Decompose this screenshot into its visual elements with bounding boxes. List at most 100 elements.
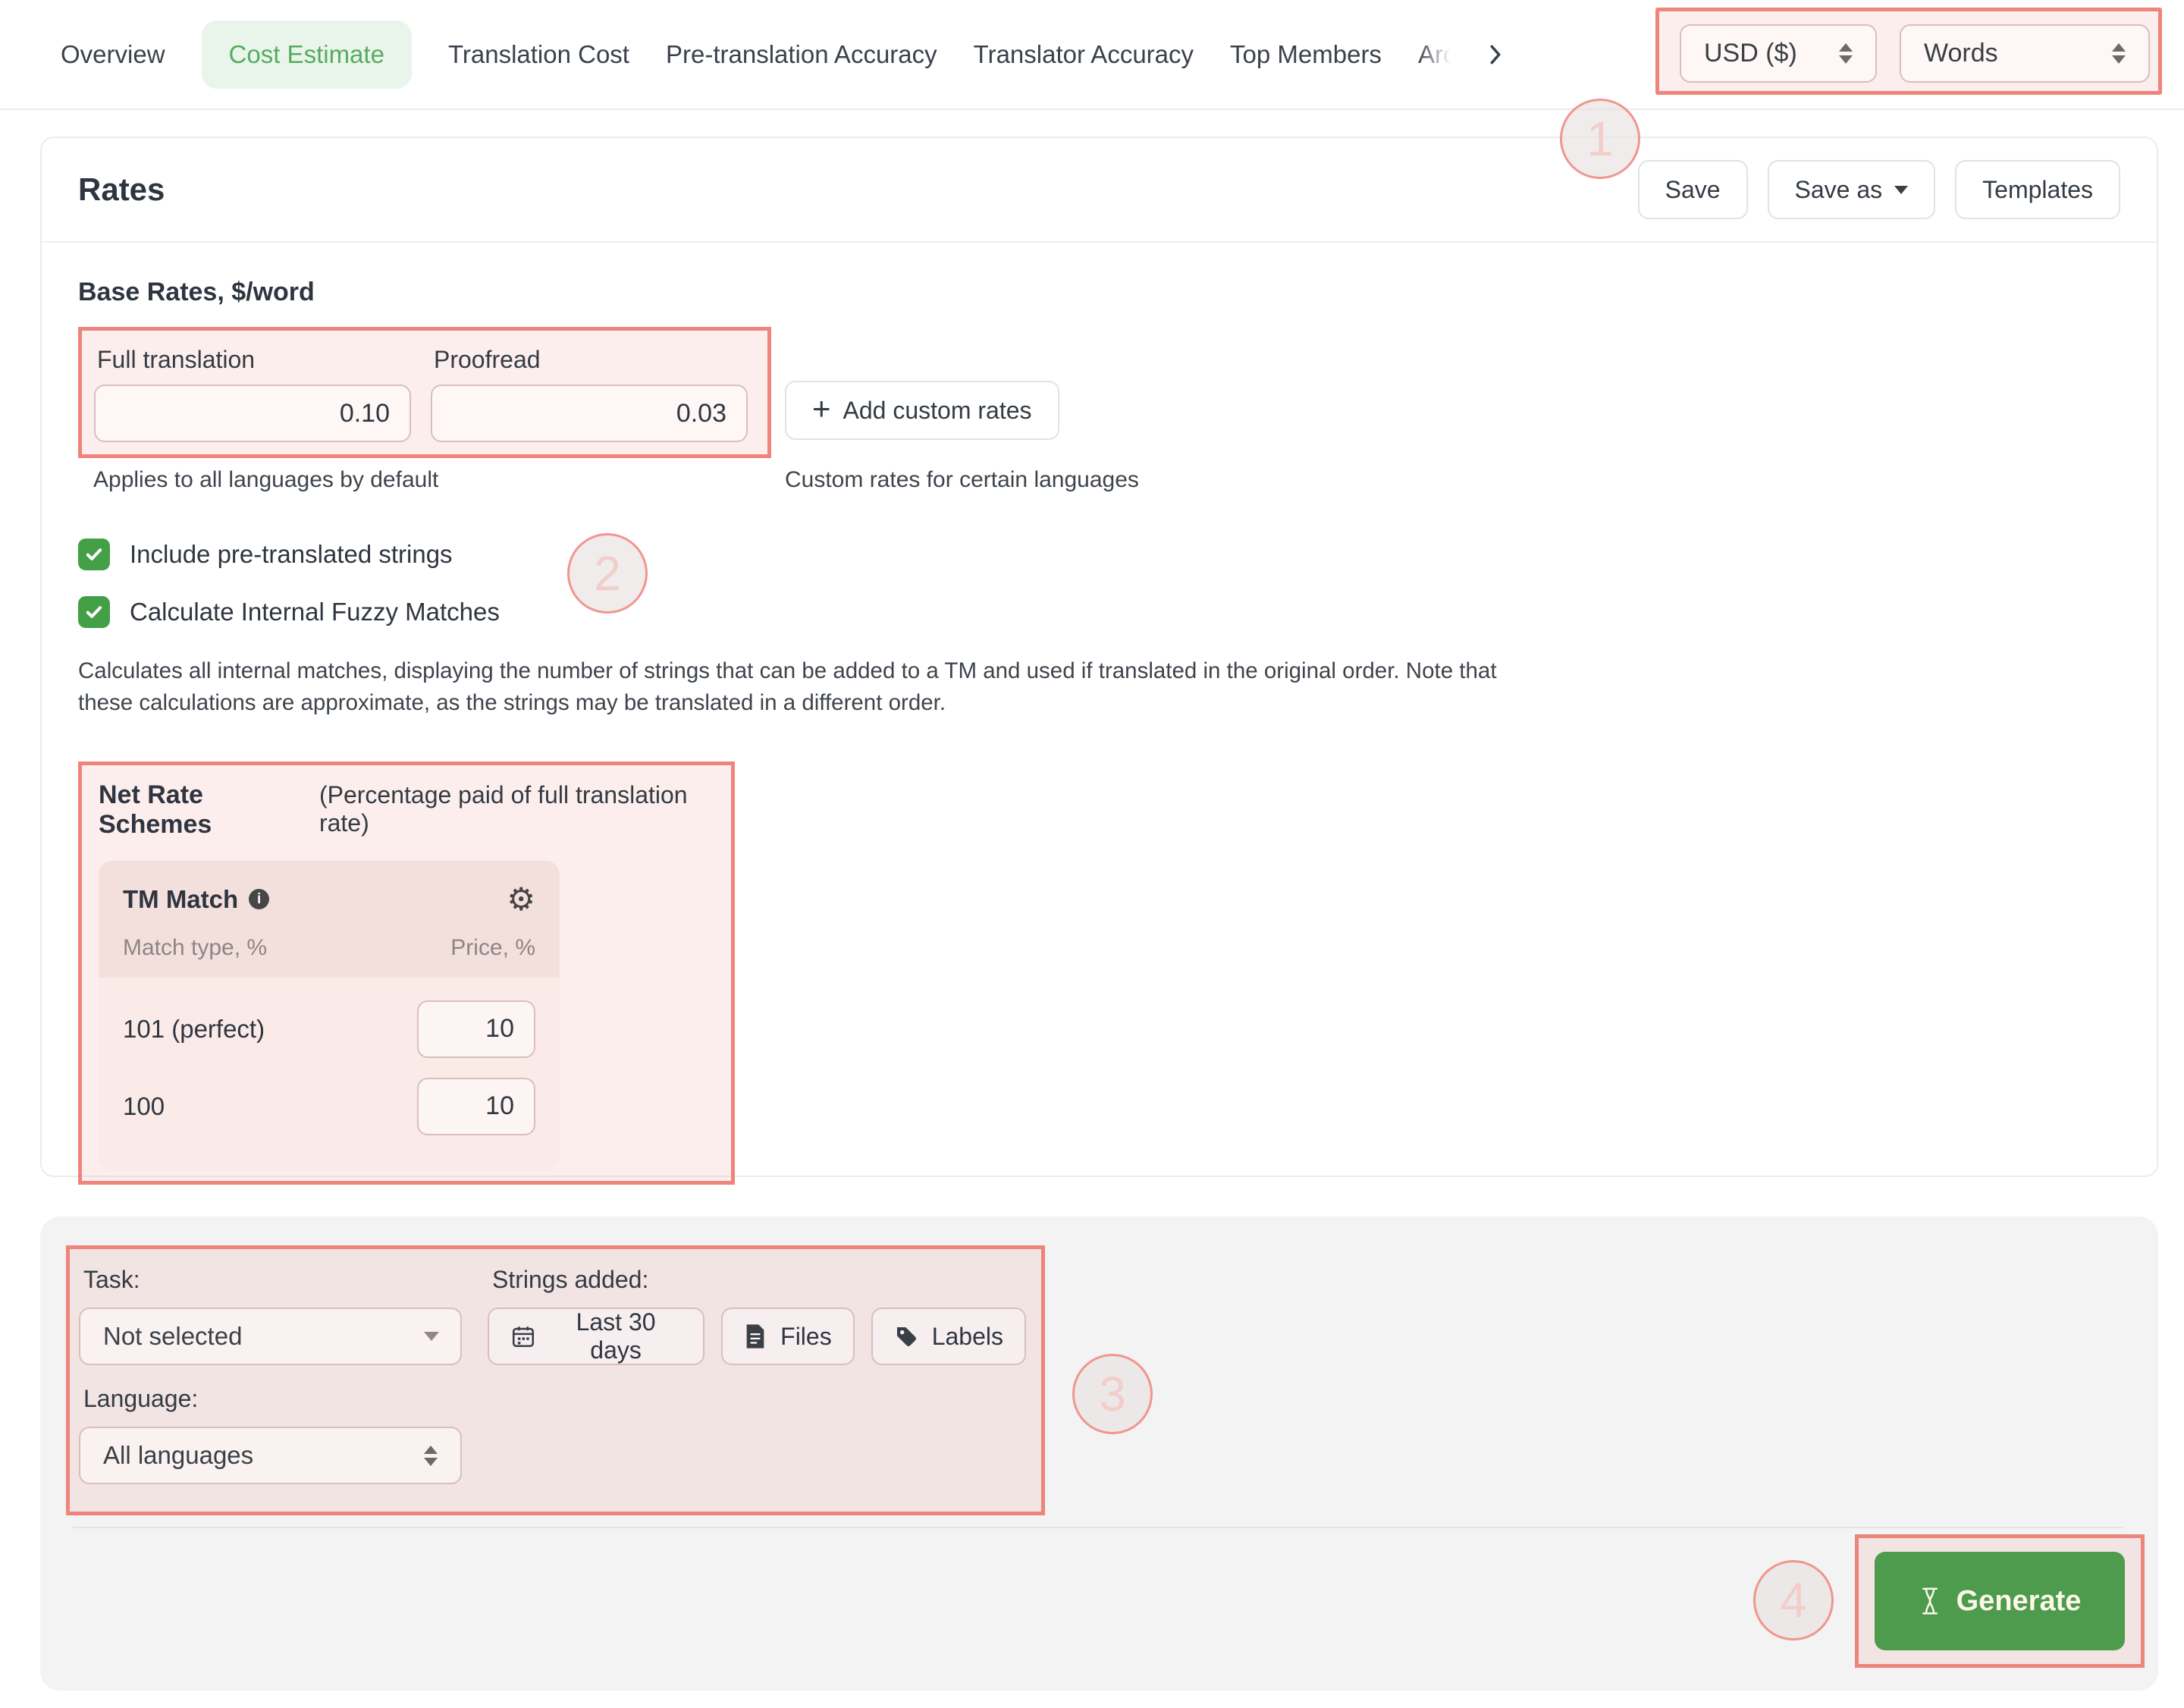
save-as-button[interactable]: Save as xyxy=(1768,160,1936,219)
tm-match-row-101: 101 (perfect) 10 xyxy=(123,1000,535,1058)
net-rate-highlight-box: Net Rate Schemes (Percentage paid of ful… xyxy=(78,761,735,1185)
match-101-price-input[interactable]: 10 xyxy=(417,1000,535,1058)
strings-added-group: Strings added: xyxy=(488,1258,1026,1365)
options-list: Include pre-translated strings Calculate… xyxy=(78,538,2120,628)
currency-select[interactable]: USD ($) xyxy=(1680,24,1877,83)
internal-fuzzy-checkbox-row[interactable]: Calculate Internal Fuzzy Matches xyxy=(78,596,2120,628)
tab-cost-estimate[interactable]: Cost Estimate xyxy=(202,20,412,89)
tab-overview[interactable]: Overview xyxy=(61,40,165,69)
language-label: Language: xyxy=(83,1385,1026,1413)
full-translation-value: 0.10 xyxy=(340,399,390,429)
full-translation-field: Full translation 0.10 xyxy=(94,341,411,442)
annotation-step-4: 4 xyxy=(1753,1560,1834,1640)
match-100-price-value: 10 xyxy=(485,1091,514,1121)
include-pretranslated-label: Include pre-translated strings xyxy=(130,540,453,569)
tab-archived-truncated[interactable]: Arc xyxy=(1418,40,1456,69)
base-rates-highlight-box: Full translation 0.10 Proofread 0.03 xyxy=(78,327,771,458)
file-icon xyxy=(744,1323,767,1349)
unit-select-value: Words xyxy=(1901,39,1998,68)
proofread-field: Proofread 0.03 xyxy=(431,341,748,442)
language-select-value: All languages xyxy=(80,1441,253,1470)
language-select[interactable]: All languages xyxy=(79,1427,462,1484)
hourglass-icon xyxy=(1919,1585,1941,1617)
fuzzy-matches-description: Calculates all internal matches, display… xyxy=(78,655,1508,719)
currency-select-value: USD ($) xyxy=(1681,39,1797,68)
task-label: Task: xyxy=(83,1266,462,1294)
generate-button-label: Generate xyxy=(1956,1585,2082,1618)
annotation-step-1: 1 xyxy=(1560,99,1640,179)
match-100-price-input[interactable]: 10 xyxy=(417,1078,535,1135)
date-range-button[interactable]: Last 30 days xyxy=(488,1308,704,1365)
task-select[interactable]: Not selected xyxy=(79,1308,462,1365)
cost-estimate-screen: Overview Cost Estimate Translation Cost … xyxy=(0,0,2184,1708)
strings-added-label: Strings added: xyxy=(492,1266,1026,1294)
chevron-right-icon xyxy=(1487,45,1504,64)
gear-icon[interactable]: ⚙ xyxy=(507,884,535,915)
generate-highlight-box: Generate xyxy=(1855,1534,2145,1668)
add-custom-rates-button[interactable]: + Add custom rates xyxy=(785,381,1059,440)
net-rate-note: (Percentage paid of full translation rat… xyxy=(319,781,716,837)
calendar-icon xyxy=(510,1323,536,1349)
select-stepper-icon xyxy=(424,1446,438,1466)
proofread-input[interactable]: 0.03 xyxy=(431,385,748,442)
scope-highlight-box: Task: Not selected Strings added: xyxy=(66,1245,1045,1515)
select-stepper-icon xyxy=(2112,43,2126,64)
files-filter-button[interactable]: Files xyxy=(721,1308,855,1365)
checkbox-checked-icon[interactable] xyxy=(78,538,110,570)
full-translation-label: Full translation xyxy=(97,346,411,374)
tab-translator-accuracy[interactable]: Translator Accuracy xyxy=(974,40,1194,69)
net-rate-heading: Net Rate Schemes xyxy=(99,780,309,840)
internal-fuzzy-label: Calculate Internal Fuzzy Matches xyxy=(130,598,500,626)
applies-note: Applies to all languages by default xyxy=(93,467,771,493)
add-custom-rates-label: Add custom rates xyxy=(843,397,1032,425)
proofread-label: Proofread xyxy=(434,346,748,374)
labels-filter-button[interactable]: Labels xyxy=(871,1308,1026,1365)
templates-button[interactable]: Templates xyxy=(1955,160,2120,219)
rates-actions: Save Save as Templates xyxy=(1638,160,2120,219)
tab-translation-cost[interactable]: Translation Cost xyxy=(448,40,629,69)
save-button-label: Save xyxy=(1665,176,1721,204)
include-pretranslated-checkbox-row[interactable]: Include pre-translated strings xyxy=(78,538,2120,570)
tm-match-row-100: 100 10 xyxy=(123,1078,535,1135)
chevron-down-icon xyxy=(1894,186,1908,194)
page-title: Rates xyxy=(78,171,165,208)
rates-panel-body: Base Rates, $/word Full translation 0.10… xyxy=(42,243,2157,1185)
templates-button-label: Templates xyxy=(1982,176,2093,204)
estimate-settings-panel: Task: Not selected Strings added: xyxy=(40,1217,2158,1691)
match-type-column-label: Match type, % xyxy=(123,935,267,961)
base-rates-row: Full translation 0.10 Proofread 0.03 + xyxy=(78,327,2120,458)
files-filter-label: Files xyxy=(780,1323,832,1351)
proofread-value: 0.03 xyxy=(676,399,726,429)
language-group: Language: All languages xyxy=(79,1385,1026,1484)
rates-panel: Rates Save Save as Templates Base Rates,… xyxy=(40,137,2158,1177)
base-rates-helper-row: Applies to all languages by default Cust… xyxy=(78,467,2120,493)
save-button[interactable]: Save xyxy=(1638,160,1748,219)
full-translation-input[interactable]: 0.10 xyxy=(94,385,411,442)
generate-button[interactable]: Generate xyxy=(1875,1552,2125,1650)
info-icon[interactable]: i xyxy=(249,889,269,909)
tm-match-card: TM Match i ⚙ Match type, % Price, % 101 … xyxy=(99,861,560,1170)
divider xyxy=(73,1527,2123,1528)
custom-rates-note: Custom rates for certain languages xyxy=(785,467,1139,493)
plus-icon: + xyxy=(812,393,831,425)
caret-down-icon xyxy=(424,1332,439,1341)
match-101-label: 101 (perfect) xyxy=(123,1015,265,1044)
select-stepper-icon xyxy=(1839,43,1853,64)
tabs-overflow-chevron[interactable] xyxy=(1487,45,1504,64)
match-100-label: 100 xyxy=(123,1092,165,1121)
tab-top-members[interactable]: Top Members xyxy=(1230,40,1382,69)
date-range-label: Last 30 days xyxy=(550,1308,682,1364)
checkbox-checked-icon[interactable] xyxy=(78,596,110,628)
tm-match-title: TM Match xyxy=(123,885,238,914)
tab-pre-translation-accuracy[interactable]: Pre-translation Accuracy xyxy=(666,40,937,69)
units-highlight-box: USD ($) Words xyxy=(1655,8,2162,95)
price-column-label: Price, % xyxy=(450,935,535,961)
net-rate-heading-row: Net Rate Schemes (Percentage paid of ful… xyxy=(99,780,716,840)
task-group: Task: Not selected xyxy=(79,1258,462,1365)
unit-select[interactable]: Words xyxy=(1900,24,2150,83)
tm-match-card-header: TM Match i ⚙ Match type, % Price, % xyxy=(99,861,560,978)
base-rates-heading: Base Rates, $/word xyxy=(78,278,2120,307)
labels-filter-label: Labels xyxy=(932,1323,1003,1351)
match-101-price-value: 10 xyxy=(485,1014,514,1044)
annotation-step-2: 2 xyxy=(567,533,648,614)
